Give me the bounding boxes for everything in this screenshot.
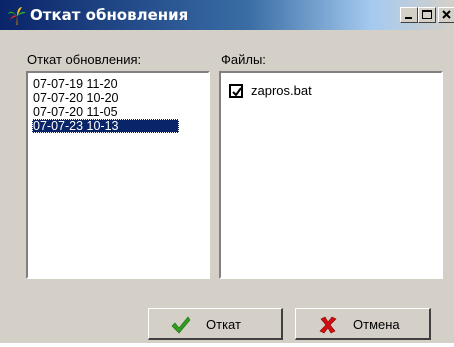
minimize-button[interactable] <box>400 7 418 23</box>
cross-icon <box>319 316 337 334</box>
updates-listbox[interactable]: 07-07-19 11-20 07-07-20 10-20 07-07-20 1… <box>26 71 210 279</box>
maximize-button[interactable] <box>418 7 436 23</box>
update-item-selected[interactable]: 07-07-23 10-13 <box>32 119 179 133</box>
updates-label: Откат обновления: <box>27 52 142 67</box>
cancel-button[interactable]: Отмена <box>295 308 431 340</box>
close-button[interactable] <box>438 7 454 23</box>
file-name: zapros.bat <box>251 83 312 98</box>
update-item[interactable]: 07-07-20 11-05 <box>32 105 119 119</box>
rollback-button[interactable]: Откат <box>148 308 283 340</box>
files-label: Файлы: <box>221 52 266 67</box>
rollback-dialog: Откат обновления Откат обновления: Файлы… <box>0 0 454 347</box>
close-icon <box>442 10 451 19</box>
update-item[interactable]: 07-07-20 10-20 <box>32 91 119 105</box>
maximize-icon <box>422 10 432 19</box>
checkmark-icon <box>232 87 242 97</box>
checkmark-icon <box>171 316 191 334</box>
bottom-edge <box>0 343 454 347</box>
files-listbox[interactable]: zapros.bat <box>219 71 443 279</box>
tree-app-icon <box>8 7 26 25</box>
minimize-icon <box>405 17 412 19</box>
cancel-label: Отмена <box>353 317 400 332</box>
window-title: Откат обновления <box>30 6 189 24</box>
file-checkbox[interactable] <box>229 84 243 98</box>
update-item[interactable]: 07-07-19 11-20 <box>32 77 119 91</box>
rollback-label: Откат <box>206 317 241 332</box>
title-bar[interactable]: Откат обновления <box>0 0 454 30</box>
